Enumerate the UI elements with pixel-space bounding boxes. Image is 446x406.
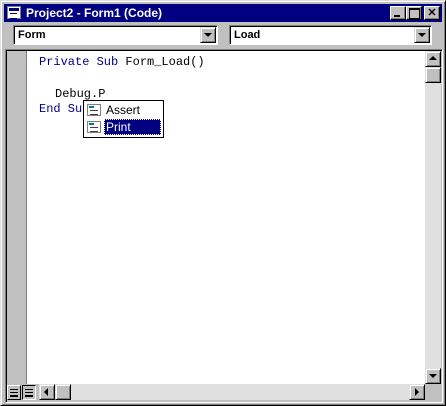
chevron-down-icon: [429, 374, 437, 378]
code-window-icon[interactable]: [7, 6, 21, 19]
chevron-down-icon: [418, 33, 426, 37]
close-icon: ✕: [427, 7, 437, 19]
full-module-view-icon: [25, 389, 33, 397]
vertical-scrollbar[interactable]: [425, 51, 441, 384]
chevron-down-icon: [204, 33, 212, 37]
vertical-scroll-thumb[interactable]: [425, 67, 441, 83]
object-combo-value: Form: [18, 29, 46, 41]
minimize-button[interactable]: [390, 6, 406, 20]
margin-indicator-bar[interactable]: [7, 51, 27, 384]
title-bar[interactable]: Project2 - Form1 (Code) ✕: [4, 4, 442, 22]
code-text: Debug.P: [55, 87, 106, 101]
code-window: Project2 - Form1 (Code) ✕ Form Load Priv…: [0, 0, 446, 406]
chevron-right-icon: [415, 388, 419, 396]
method-icon: [87, 121, 101, 133]
scroll-right-button[interactable]: [409, 384, 425, 400]
list-item-assert[interactable]: Assert: [85, 102, 162, 119]
chevron-left-icon: [44, 388, 48, 396]
maximize-button[interactable]: [406, 6, 422, 20]
object-combo[interactable]: Form: [13, 25, 218, 45]
window-title: Project2 - Form1 (Code): [26, 6, 163, 20]
procedure-combo[interactable]: Load: [229, 25, 432, 45]
procedure-combo-dropdown-button[interactable]: [414, 27, 430, 43]
horizontal-scrollbar[interactable]: [39, 384, 425, 400]
code-line-1[interactable]: Private Sub Form_Load(): [39, 55, 205, 69]
scroll-up-button[interactable]: [425, 51, 441, 67]
object-combo-dropdown-button[interactable]: [200, 27, 216, 43]
keyword-text: End Su: [39, 102, 83, 116]
list-item-label: Assert: [106, 103, 141, 117]
procedure-combo-value: Load: [234, 29, 261, 41]
keyword-text: Private Sub: [39, 55, 119, 69]
procedure-view-icon: [10, 389, 18, 397]
chevron-up-icon: [429, 56, 437, 60]
autocomplete-list[interactable]: Assert Print: [83, 100, 164, 138]
close-button[interactable]: ✕: [424, 6, 440, 20]
scroll-down-button[interactable]: [425, 368, 441, 384]
procedure-view-button[interactable]: [7, 385, 21, 400]
code-line-3[interactable]: End Su: [39, 102, 82, 116]
method-icon: [87, 104, 101, 116]
full-module-view-button[interactable]: [22, 385, 36, 400]
horizontal-scroll-thumb[interactable]: [55, 384, 71, 400]
list-item-print[interactable]: Print: [85, 119, 162, 136]
size-grip[interactable]: [425, 384, 441, 400]
scroll-left-button[interactable]: [39, 384, 55, 400]
list-item-label: Print: [104, 119, 161, 135]
code-line-2[interactable]: Debug.P: [55, 87, 105, 101]
code-text: Form_Load(): [118, 55, 205, 69]
